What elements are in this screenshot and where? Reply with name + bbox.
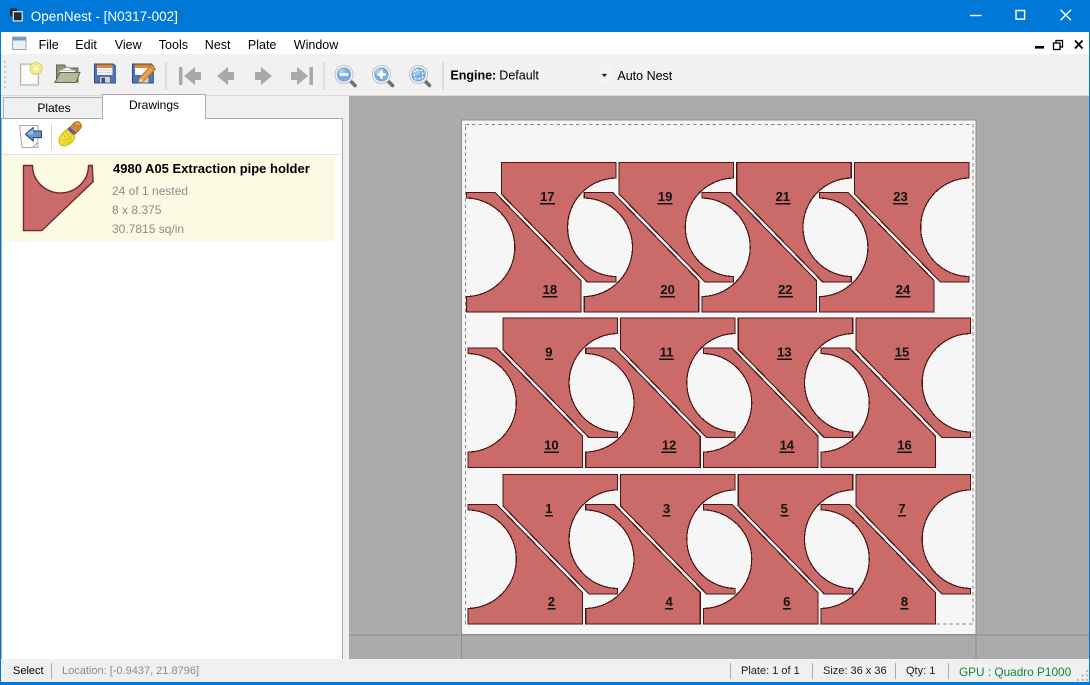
svg-text:21: 21 bbox=[776, 189, 790, 204]
svg-text:24: 24 bbox=[896, 282, 911, 297]
svg-text:7: 7 bbox=[898, 501, 905, 516]
svg-text:6: 6 bbox=[783, 594, 790, 609]
svg-text:Auto Nest: Auto Nest bbox=[617, 69, 672, 83]
svg-text:23: 23 bbox=[893, 189, 907, 204]
svg-text:5: 5 bbox=[781, 501, 788, 516]
svg-text:16: 16 bbox=[897, 438, 911, 453]
svg-text:17: 17 bbox=[540, 189, 554, 204]
svg-text:8: 8 bbox=[901, 594, 908, 609]
svg-text:12: 12 bbox=[662, 438, 676, 453]
svg-text:4: 4 bbox=[665, 594, 673, 609]
svg-text:15: 15 bbox=[895, 345, 909, 360]
svg-text:11: 11 bbox=[660, 345, 674, 360]
svg-text:18: 18 bbox=[543, 282, 557, 297]
svg-text:14: 14 bbox=[780, 438, 795, 453]
svg-text:1: 1 bbox=[545, 501, 552, 516]
svg-text:10: 10 bbox=[544, 438, 558, 453]
svg-text:22: 22 bbox=[778, 282, 792, 297]
svg-text:2: 2 bbox=[548, 594, 555, 609]
svg-text:Engine:: Engine: bbox=[450, 68, 496, 82]
svg-text:19: 19 bbox=[658, 189, 672, 204]
svg-text:13: 13 bbox=[777, 345, 791, 360]
svg-text:Default: Default bbox=[499, 68, 539, 82]
svg-text:20: 20 bbox=[660, 282, 674, 297]
svg-text:9: 9 bbox=[545, 345, 552, 360]
svg-text:3: 3 bbox=[663, 501, 670, 516]
